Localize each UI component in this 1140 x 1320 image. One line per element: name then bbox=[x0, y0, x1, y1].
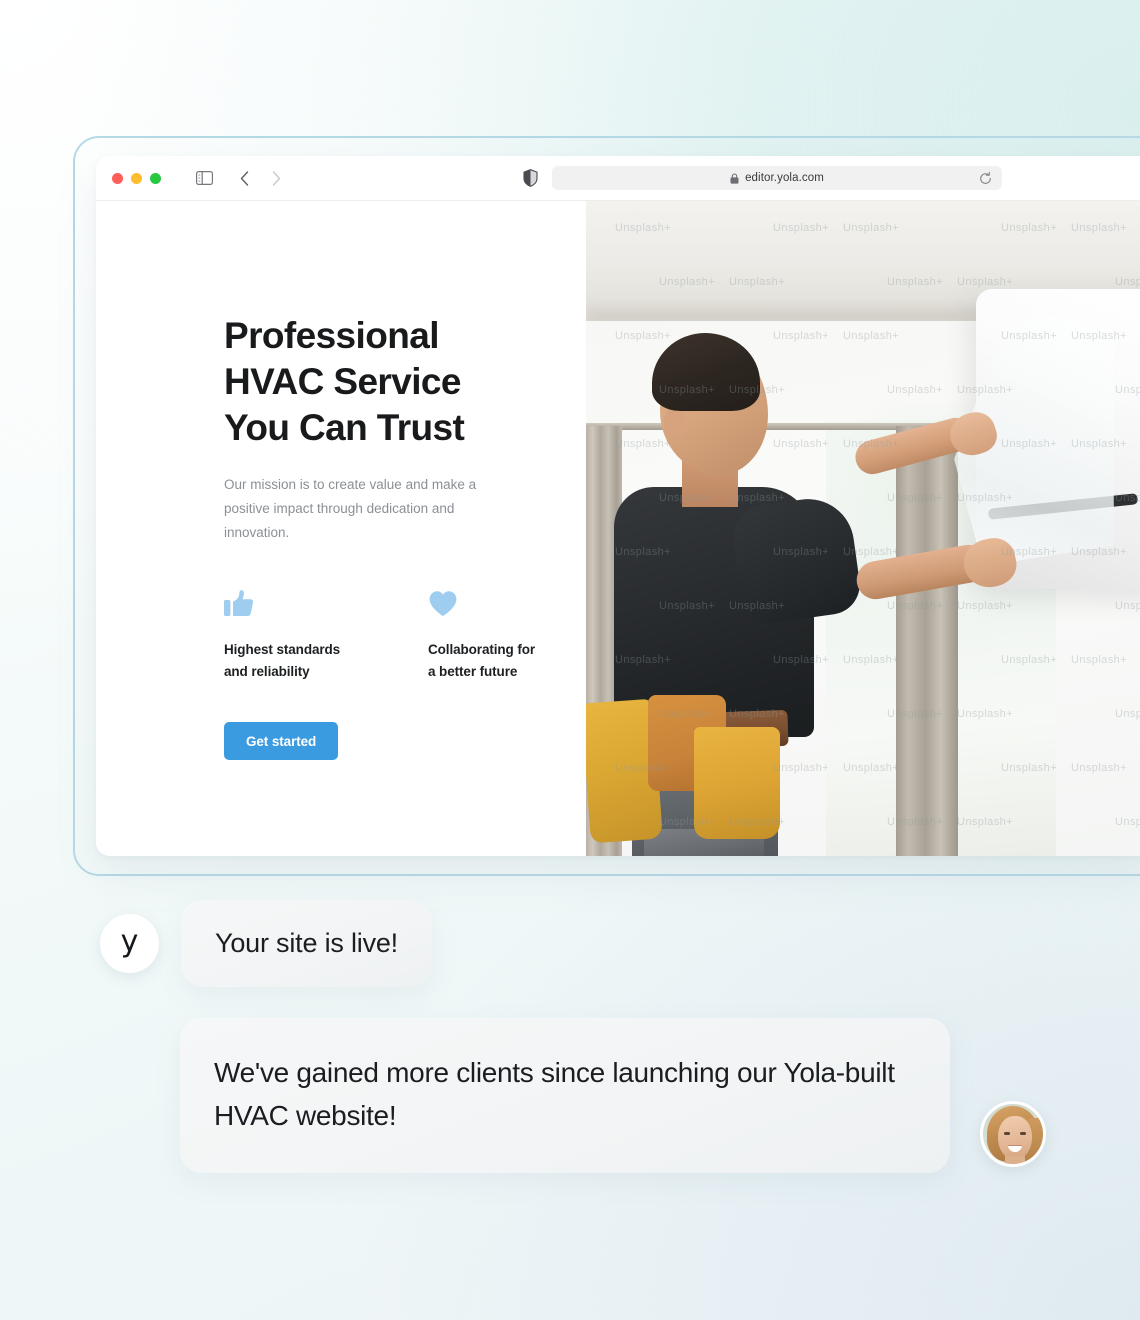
page-title: Professional HVAC Service You Can Trust bbox=[224, 315, 465, 448]
browser-toolbar: editor.yola.com bbox=[96, 156, 1140, 201]
heart-icon bbox=[428, 589, 564, 619]
hero-image: Unsplash+ Unsplash+ Unsplash+ Unsplash+ … bbox=[586, 201, 1140, 856]
close-window-button[interactable] bbox=[112, 172, 123, 184]
curtain-middle bbox=[896, 426, 958, 856]
maximize-window-button[interactable] bbox=[150, 172, 161, 184]
address-bar[interactable]: editor.yola.com bbox=[552, 166, 1002, 190]
get-started-button[interactable]: Get started bbox=[224, 722, 339, 761]
chat-bubble-status: Your site is live! bbox=[181, 900, 432, 987]
window-traffic-lights bbox=[112, 172, 161, 184]
feature-label: Collaborating for a better future bbox=[428, 641, 536, 679]
technician-ear bbox=[664, 407, 686, 437]
back-button[interactable] bbox=[231, 165, 257, 191]
avatar-eye-left bbox=[1004, 1132, 1010, 1136]
tool-pouch-right bbox=[694, 727, 780, 839]
chat-message-row: y Your site is live! bbox=[100, 900, 432, 987]
address-bar-url: editor.yola.com bbox=[745, 172, 824, 184]
sidebar-icon[interactable] bbox=[191, 165, 217, 191]
navigation-buttons bbox=[231, 165, 289, 191]
hero-text-column: Professional HVAC Service You Can Trust … bbox=[96, 201, 586, 856]
browser-window: editor.yola.com Professional HVAC Servic… bbox=[96, 156, 1140, 856]
minimize-window-button[interactable] bbox=[131, 172, 142, 184]
yola-logo-letter: y bbox=[120, 924, 139, 959]
hero-feature-list: Highest standards and reliability Collab… bbox=[224, 589, 586, 683]
avatar-eye-right bbox=[1020, 1132, 1026, 1136]
feature-item: Collaborating for a better future bbox=[428, 589, 564, 683]
chat-bubble-testimonial: We've gained more clients since launchin… bbox=[180, 1018, 950, 1174]
forward-button[interactable] bbox=[263, 165, 289, 191]
yola-logo-avatar: y bbox=[100, 914, 159, 973]
avatar bbox=[980, 1101, 1046, 1168]
shield-icon[interactable] bbox=[520, 168, 540, 188]
feature-label: Highest standards and reliability bbox=[224, 641, 341, 679]
feature-item: Highest standards and reliability bbox=[224, 589, 360, 683]
site-preview: Professional HVAC Service You Can Trust … bbox=[96, 201, 1140, 856]
lock-icon bbox=[730, 172, 739, 184]
avatar-neck bbox=[1005, 1156, 1025, 1165]
thumbs-up-icon bbox=[224, 589, 360, 619]
hero-subtitle: Our mission is to create value and make … bbox=[224, 476, 477, 540]
chat-message-row: We've gained more clients since launchin… bbox=[180, 1018, 1046, 1174]
reload-icon[interactable] bbox=[978, 171, 992, 185]
avatar-face bbox=[998, 1116, 1032, 1161]
